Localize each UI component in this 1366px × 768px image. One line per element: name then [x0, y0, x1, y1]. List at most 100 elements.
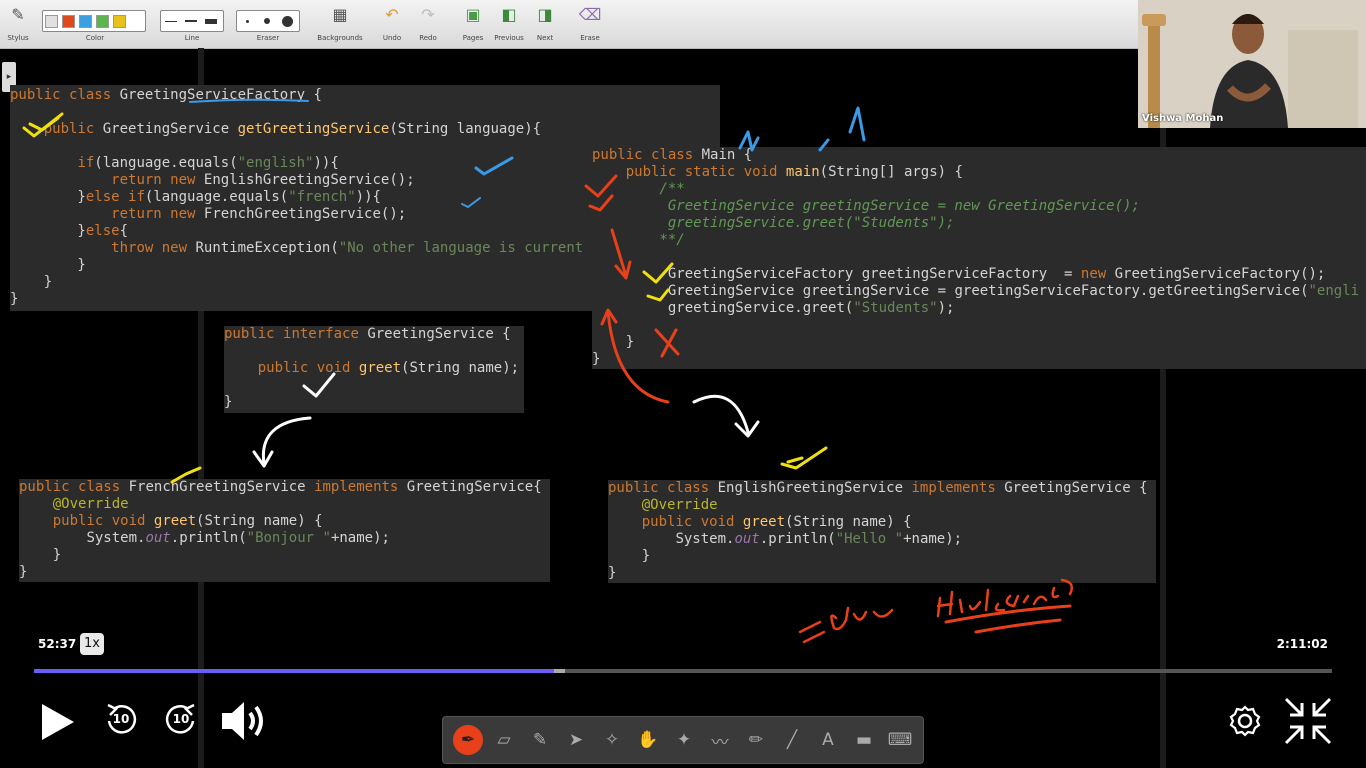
drawing-tools-bar: ✒ ▱ ✎ ➤ ✧ ✋ ✦ 〰 ✏ ╱ A ▬ ⌨ [442, 716, 924, 764]
code-line: } [224, 394, 233, 410]
color-swatches [42, 10, 146, 32]
eraser-small-icon[interactable] [239, 19, 255, 23]
color-swatch-red[interactable] [62, 14, 75, 28]
rewind-10-label: 10 [112, 712, 130, 726]
backgrounds-tool[interactable]: ▦ Backgrounds [316, 4, 364, 42]
progress-bar[interactable] [34, 669, 1332, 673]
presenter-name: Vishwa Mohan [1142, 113, 1224, 124]
code-line: } [608, 548, 651, 564]
code-comment-line: GreetingService greetingService = new Gr… [592, 198, 1140, 214]
forward-10-label: 10 [172, 712, 190, 726]
undo-button[interactable]: ↶ Undo [380, 4, 404, 42]
previous-button[interactable]: ◧ Previous [494, 4, 524, 42]
presenter-video-frame [1138, 0, 1366, 128]
settings-button[interactable] [1228, 704, 1262, 742]
color-swatch-yellow[interactable] [113, 14, 126, 28]
stylus-icon: ✎ [11, 5, 25, 24]
text-icon[interactable]: A [813, 725, 843, 755]
code-line: @Override [641, 497, 718, 513]
stylus-tool[interactable]: ✎ Stylus [6, 4, 30, 42]
forward-10-button[interactable]: 10 [164, 703, 198, 741]
redo-icon: ↷ [421, 5, 435, 24]
code-line: public class FrenchGreetingService imple… [19, 479, 542, 495]
code-line: System.out.println("Bonjour "+name); [86, 530, 390, 546]
eraser-medium-icon[interactable] [259, 18, 275, 24]
code-line: GreetingServiceFactory greetingServiceFa… [667, 266, 1326, 282]
blue-scribble [738, 106, 866, 152]
playback-speed-button[interactable]: 1x [80, 633, 104, 655]
line-icon[interactable]: ╱ [777, 725, 807, 755]
rewind-10-button[interactable]: 10 [104, 703, 138, 741]
hand-icon[interactable]: ✋ [633, 725, 663, 755]
next-button[interactable]: ◨ Next [534, 4, 556, 42]
pages-icon: ▣ [465, 5, 481, 24]
backgrounds-icon: ▦ [332, 5, 348, 24]
pointer-icon[interactable]: ➤ [561, 725, 591, 755]
code-line: public void greet(String name); [257, 360, 520, 376]
yellow-check-english [780, 446, 828, 470]
code-line: } [19, 547, 62, 563]
code-line: public class EnglishGreetingService impl… [608, 480, 1148, 496]
color-swatch-blue[interactable] [79, 14, 92, 28]
volume-icon [222, 702, 263, 740]
keyboard-icon[interactable]: ⌨ [885, 725, 915, 755]
whiteboard-toolbar: ✎ Stylus Color Line Eraser ▦ Backgrounds [0, 0, 1138, 49]
stylus-label: Stylus [7, 34, 29, 42]
color-swatch-white[interactable] [45, 14, 58, 28]
red-note-class [798, 606, 894, 644]
code-line: public GreetingService getGreetingServic… [43, 121, 542, 137]
undo-label: Undo [382, 34, 402, 42]
color-swatch-green[interactable] [96, 14, 109, 28]
redo-label: Redo [419, 34, 437, 42]
play-icon [42, 704, 74, 740]
code-line: } [592, 334, 635, 350]
white-curve-arrow-left [252, 416, 312, 468]
erase-all-icon: ⌫ [578, 5, 602, 24]
magic-wand-icon[interactable]: ✦ [669, 725, 699, 755]
highlighter-icon[interactable]: ✎ [525, 725, 555, 755]
exit-fullscreen-button[interactable] [1284, 697, 1334, 751]
progress-played [34, 669, 555, 673]
line-thick-icon[interactable] [203, 18, 219, 24]
line-medium-icon[interactable] [183, 20, 199, 22]
erase-label: Erase [580, 34, 600, 42]
line-label: Line [184, 34, 200, 42]
code-comment-line: **/ [592, 232, 685, 248]
exit-fullscreen-icon [1284, 697, 1332, 745]
backgrounds-label: Backgrounds [317, 34, 363, 42]
code-comment-line: greetingService.greet("Students"); [592, 215, 955, 231]
line-thin-icon[interactable] [163, 20, 179, 22]
next-page-icon: ◨ [537, 5, 553, 24]
code-line: public void greet(String name) { [641, 514, 912, 530]
brush-icon[interactable]: 〰 [705, 725, 735, 755]
code-line: @Override [52, 496, 129, 512]
code-line: greetingService.greet("Students"); [667, 300, 955, 316]
code-line: public class GreetingServiceFactory { [10, 87, 322, 103]
pen-icon[interactable]: ✒ [453, 725, 483, 755]
play-button[interactable] [38, 702, 76, 746]
code-line: public interface GreetingService { [224, 326, 511, 342]
color-label: Color [85, 34, 105, 42]
presenter-webcam: Vishwa Mohan [1138, 0, 1366, 128]
volume-button[interactable] [220, 699, 270, 747]
pages-button[interactable]: ▣ Pages [460, 4, 486, 42]
code-line: System.out.println("Hello "+name); [675, 531, 963, 547]
shape-icon[interactable]: ▬ [849, 725, 879, 755]
line-widths [160, 10, 224, 32]
code-line: public class Main { [592, 147, 753, 163]
redo-button[interactable]: ↷ Redo [416, 4, 440, 42]
laser-icon[interactable]: ✧ [597, 725, 627, 755]
erase-all-button[interactable]: ⌫ Erase [578, 4, 602, 42]
pencil-icon[interactable]: ✏ [741, 725, 771, 755]
english-code-block: public class EnglishGreetingService impl… [608, 480, 1156, 583]
code-line: } [592, 351, 601, 367]
eraser-icon[interactable]: ▱ [489, 725, 519, 755]
pages-label: Pages [462, 34, 484, 42]
eraser-label: Eraser [256, 34, 280, 42]
eraser-large-icon[interactable] [279, 15, 295, 27]
